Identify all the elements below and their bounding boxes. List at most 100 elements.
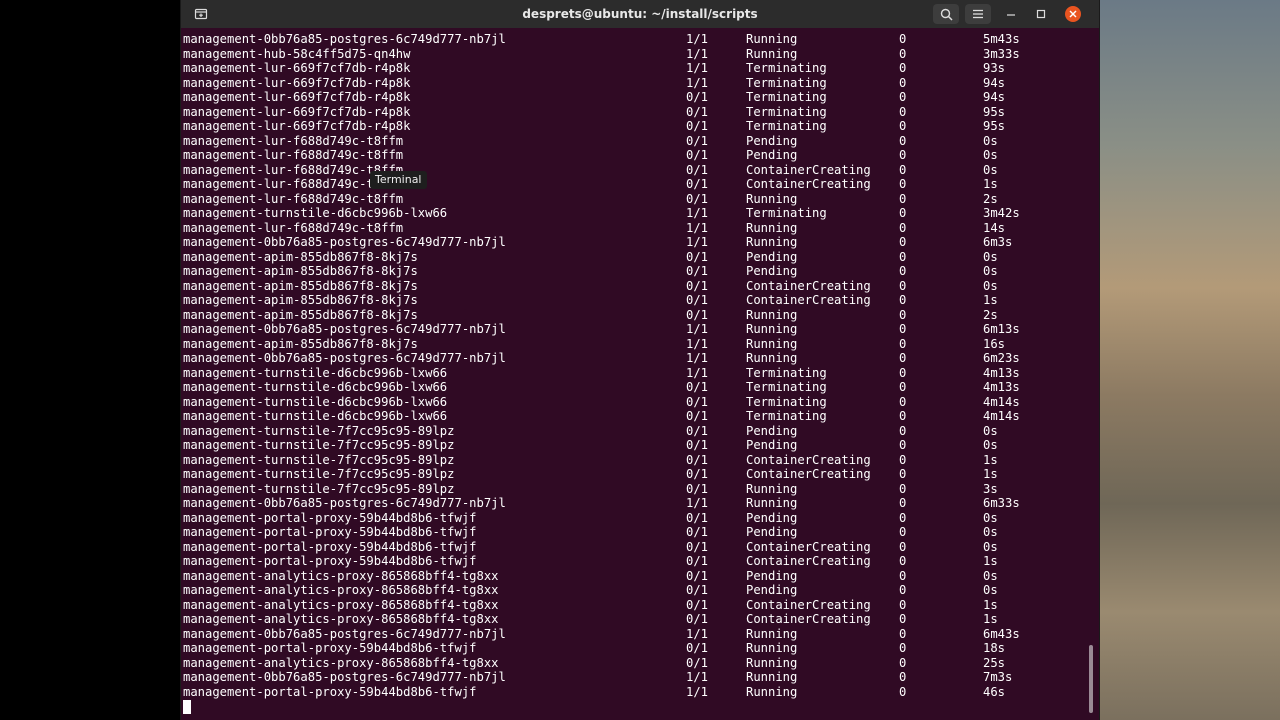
restart-count: 0 — [899, 104, 907, 119]
ready-count: 0/1 — [686, 104, 709, 119]
minimize-button[interactable] — [999, 4, 1023, 24]
pod-name: management-lur-669f7cf7db-r4p8k — [183, 119, 411, 133]
ready-count: 0/1 — [686, 191, 709, 206]
pod-name: management-portal-proxy-59b44bd8b6-tfwjf — [183, 554, 477, 568]
desktop-wallpaper — [1100, 0, 1280, 720]
pod-status: Running — [746, 336, 798, 351]
pod-age: 1s — [983, 467, 998, 481]
pod-name: management-apim-855db867f8-8kj7s — [183, 336, 418, 351]
ready-count: 0/1 — [686, 641, 709, 655]
restart-count: 0 — [899, 75, 907, 90]
ready-count: 0/1 — [686, 293, 709, 307]
pod-status: ContainerCreating — [746, 539, 871, 554]
pod-age: 0s — [983, 583, 998, 597]
pod-status: Running — [746, 322, 798, 336]
pod-age: 0s — [983, 133, 998, 148]
pod-age: 0s — [983, 423, 998, 438]
pod-status: Terminating — [746, 61, 827, 75]
pod-age: 0s — [983, 278, 998, 293]
pod-name: management-lur-669f7cf7db-r4p8k — [183, 104, 411, 119]
pod-name: management-apim-855db867f8-8kj7s — [183, 307, 418, 322]
pod-name: management-apim-855db867f8-8kj7s — [183, 278, 418, 293]
ready-count: 1/1 — [686, 220, 709, 235]
restart-count: 0 — [899, 684, 907, 699]
pod-status: Pending — [746, 525, 798, 539]
restart-count: 0 — [899, 481, 907, 496]
restart-count: 0 — [899, 423, 907, 438]
pod-name: management-lur-669f7cf7db-r4p8k — [183, 75, 411, 90]
pod-status: Running — [746, 191, 798, 206]
ready-count: 0/1 — [686, 481, 709, 496]
ready-count: 1/1 — [686, 626, 709, 641]
pod-age: 6m33s — [983, 496, 1020, 510]
pod-age: 0s — [983, 438, 998, 452]
ready-count: 0/1 — [686, 525, 709, 539]
pod-age: 6m13s — [983, 322, 1020, 336]
pod-status: Pending — [746, 438, 798, 452]
pod-name: management-0bb76a85-postgres-6c749d777-n… — [183, 496, 506, 510]
restart-count: 0 — [899, 655, 907, 670]
terminal-window[interactable]: desprets@ubuntu: ~/install/scripts manag… — [180, 0, 1100, 720]
restart-count: 0 — [899, 380, 907, 394]
pod-status: Running — [746, 351, 798, 365]
pod-status: ContainerCreating — [746, 597, 871, 612]
pod-status: Terminating — [746, 409, 827, 423]
pod-status: Running — [746, 684, 798, 699]
restart-count: 0 — [899, 162, 907, 177]
pod-age: 6m43s — [983, 626, 1020, 641]
restart-count: 0 — [899, 220, 907, 235]
restart-count: 0 — [899, 365, 907, 380]
pod-status: ContainerCreating — [746, 162, 871, 177]
pod-status: Terminating — [746, 119, 827, 133]
restart-count: 0 — [899, 626, 907, 641]
pod-age: 0s — [983, 525, 998, 539]
pod-age: 1s — [983, 597, 998, 612]
restart-count: 0 — [899, 249, 907, 264]
search-icon — [940, 8, 953, 21]
restart-count: 0 — [899, 670, 907, 684]
restart-count: 0 — [899, 641, 907, 655]
close-button[interactable] — [1065, 6, 1081, 22]
pod-status: ContainerCreating — [746, 554, 871, 568]
pod-status: Terminating — [746, 104, 827, 119]
ready-count: 0/1 — [686, 307, 709, 322]
restart-count: 0 — [899, 90, 907, 104]
hamburger-menu-icon — [973, 9, 983, 19]
pod-age: 7m3s — [983, 670, 1013, 684]
scrollbar[interactable] — [1087, 30, 1095, 718]
ready-count: 0/1 — [686, 119, 709, 133]
scrollbar-thumb[interactable] — [1089, 645, 1093, 713]
pod-age: 95s — [983, 119, 1006, 133]
ready-count: 1/1 — [686, 61, 709, 75]
pod-age: 94s — [983, 75, 1006, 90]
pod-status: Running — [746, 670, 798, 684]
pod-age: 2s — [983, 307, 998, 322]
pod-status: Pending — [746, 148, 798, 162]
restart-count: 0 — [899, 539, 907, 554]
ready-count: 0/1 — [686, 409, 709, 423]
pod-status: Pending — [746, 249, 798, 264]
ready-count: 1/1 — [686, 365, 709, 380]
ready-count: 0/1 — [686, 452, 709, 467]
pod-age: 0s — [983, 162, 998, 177]
pod-age: 14s — [983, 220, 1006, 235]
restart-count: 0 — [899, 322, 907, 336]
pod-name: management-apim-855db867f8-8kj7s — [183, 249, 418, 264]
restart-count: 0 — [899, 467, 907, 481]
search-button[interactable] — [933, 4, 959, 24]
ready-count: 0/1 — [686, 249, 709, 264]
menu-button[interactable] — [965, 4, 991, 24]
pod-name: management-0bb76a85-postgres-6c749d777-n… — [183, 322, 506, 336]
title-bar[interactable]: desprets@ubuntu: ~/install/scripts — [181, 0, 1099, 28]
terminal-output[interactable]: management-0bb76a85-postgres-6c749d777-n… — [183, 32, 1083, 720]
pod-age: 4m14s — [983, 409, 1020, 423]
ready-count: 0/1 — [686, 177, 709, 191]
ready-count: 0/1 — [686, 264, 709, 278]
pod-status: Running — [746, 481, 798, 496]
pod-name: management-hub-58c4ff5d75-qn4hw — [183, 46, 411, 61]
pod-age: 1s — [983, 452, 998, 467]
pod-status: Terminating — [746, 90, 827, 104]
maximize-button[interactable] — [1029, 4, 1053, 24]
pod-age: 3m42s — [983, 206, 1020, 220]
terminal-cursor — [183, 700, 191, 714]
